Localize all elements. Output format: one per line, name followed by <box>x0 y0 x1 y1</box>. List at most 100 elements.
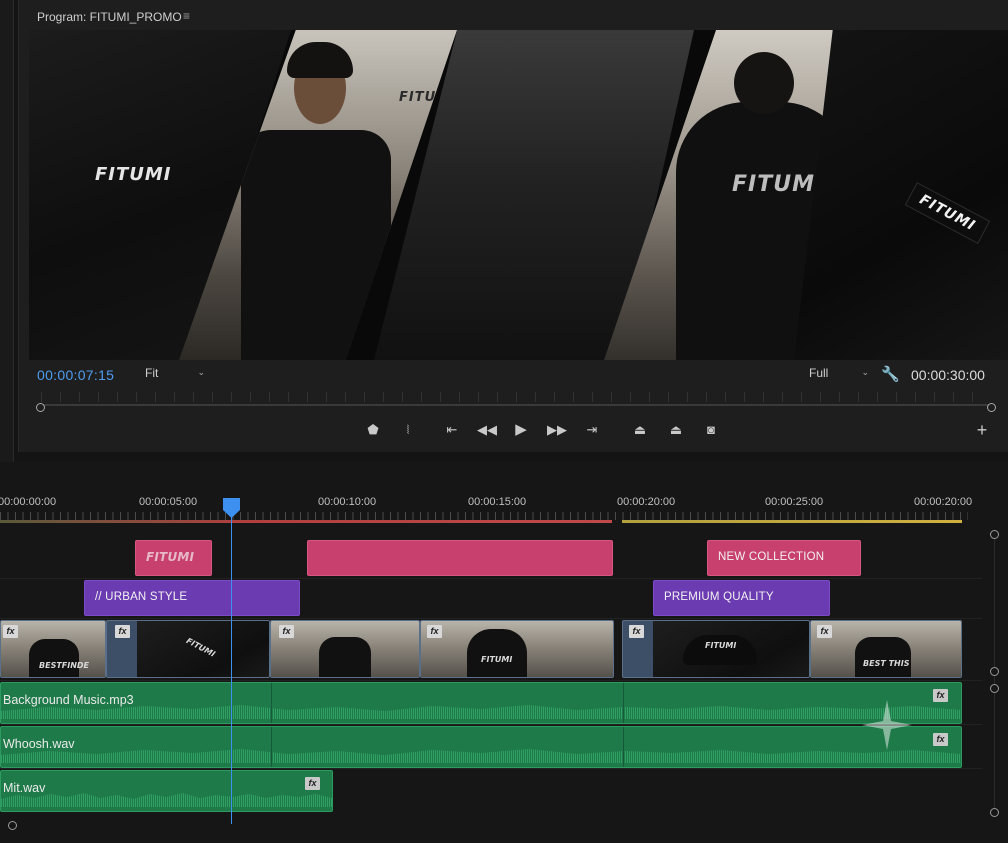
audio-waveform <box>1 749 961 763</box>
video-clip[interactable]: FITUMI fx <box>420 620 614 678</box>
in-out-icon: ⦚ <box>406 423 410 437</box>
extract-icon: ⏏ <box>669 422 683 437</box>
video-clip[interactable]: FITUMI fx <box>106 620 270 678</box>
ruler-label: 00:00:00:00 <box>0 496 57 508</box>
step-forward-button[interactable]: ▶▶ <box>547 421 567 439</box>
title-clip-urban-style[interactable]: // URBAN STYLE <box>84 580 300 616</box>
playhead-line[interactable] <box>231 514 232 824</box>
clip-label: PREMIUM QUALITY <box>664 591 774 603</box>
add-marker-button[interactable]: ⬟ <box>363 421 383 439</box>
go-to-out-button[interactable]: ⇥ <box>582 421 602 439</box>
marker-icon: ⬟ <box>367 422 379 437</box>
camera-icon: ◙ <box>707 422 715 437</box>
thumbnail-figure <box>319 637 371 677</box>
audio-waveform <box>1 793 332 807</box>
thumbnail-figure <box>467 629 527 677</box>
plus-icon: + <box>976 420 988 440</box>
track-divider <box>0 724 982 725</box>
go-to-in-button[interactable]: ⇤ <box>442 421 462 439</box>
left-panel-edge <box>0 0 14 462</box>
fx-badge: fx <box>933 733 948 746</box>
fx-badge: fx <box>933 689 948 702</box>
play-button[interactable]: ▶ <box>511 421 531 439</box>
audio-clip-background-music[interactable]: Background Music.mp3 fx <box>0 682 962 724</box>
scrubber-in-handle[interactable] <box>36 403 45 412</box>
ruler-label: 00:00:15:00 <box>468 496 527 508</box>
step-forward-icon: ⇥ <box>586 422 598 437</box>
mark-in-out-button[interactable]: ⦚ <box>398 421 418 439</box>
track-divider <box>0 680 982 681</box>
scroll-handle[interactable] <box>990 684 999 693</box>
title-clip-new-collection[interactable]: NEW COLLECTION <box>707 540 861 576</box>
clip-label: FITUMI <box>146 550 195 564</box>
lift-button[interactable]: ⏏ <box>630 421 650 439</box>
audio-waveform <box>1 705 961 719</box>
work-area-bar <box>622 520 962 523</box>
scroll-handle[interactable] <box>990 667 999 676</box>
video-clip[interactable]: fx <box>270 620 420 678</box>
preview-logo-text: FITUMI <box>904 182 991 244</box>
chevron-down-icon: ⌄ <box>861 367 869 377</box>
horizontal-scroll-handle[interactable] <box>8 821 17 830</box>
rewind-icon: ◀◀ <box>477 422 497 437</box>
monitor-title: Program: FITUMI_PROMO <box>37 10 182 24</box>
lift-icon: ⏏ <box>633 422 647 437</box>
model-hair <box>734 52 794 114</box>
clip-label: // URBAN STYLE <box>95 591 188 603</box>
audio-clip-whoosh[interactable]: Whoosh.wav fx <box>0 726 962 768</box>
fx-badge: fx <box>115 625 130 638</box>
audio-clip-label: Whoosh.wav <box>3 737 75 751</box>
clip-seam <box>271 727 272 767</box>
preview-logo-text: FITUMI <box>95 164 172 185</box>
scroll-handle[interactable] <box>990 808 999 817</box>
export-frame-button[interactable]: ◙ <box>701 421 721 439</box>
scrubber-ticks <box>41 392 991 402</box>
timeline-panel: 00:00:00:00 00:00:05:00 00:00:10:00 00:0… <box>0 462 1008 843</box>
title-clip-premium-quality[interactable]: PREMIUM QUALITY <box>653 580 830 616</box>
video-clip[interactable]: BESTFINDE fx <box>0 620 106 678</box>
play-icon: ▶ <box>515 421 527 438</box>
duration-timecode: 00:00:30:00 <box>911 367 985 383</box>
thumbnail-figure <box>855 637 911 677</box>
model-hair <box>287 42 353 78</box>
program-monitor: Program: FITUMI_PROMO ≡ FITUMI FITUMI FI… <box>18 0 1008 452</box>
fx-badge: fx <box>629 625 644 638</box>
ruler-label: 00:00:05:00 <box>139 496 198 508</box>
thumbnail-text: BESTFINDE <box>39 661 90 670</box>
zoom-fit-dropdown[interactable]: Fit ⌄ <box>145 366 207 384</box>
preview-logo-text: FITUMI <box>732 172 825 197</box>
thumbnail-text: BEST THIS <box>863 659 910 668</box>
cap-icon <box>683 635 757 665</box>
audio-clip-label: Mit.wav <box>3 781 46 795</box>
button-editor-add[interactable]: + <box>972 421 992 439</box>
clip-label: NEW COLLECTION <box>718 551 825 563</box>
track-divider <box>0 768 982 769</box>
extract-button[interactable]: ⏏ <box>666 421 686 439</box>
playback-scrubber[interactable] <box>41 404 991 406</box>
step-back-button[interactable]: ◀◀ <box>477 421 497 439</box>
playback-resolution-dropdown[interactable]: Full ⌄ <box>809 366 869 384</box>
clip-seam <box>623 727 624 767</box>
fx-badge: fx <box>279 625 294 638</box>
fx-badge: fx <box>817 625 832 638</box>
current-timecode[interactable]: 00:00:07:15 <box>37 367 114 383</box>
title-clip-fitumi[interactable]: FITUMI <box>135 540 212 576</box>
scroll-handle[interactable] <box>990 530 999 539</box>
program-preview: FITUMI FITUMI FITUMI FITUMI <box>29 30 1008 360</box>
time-ruler[interactable] <box>0 512 968 520</box>
work-area-bar <box>0 520 612 523</box>
step-back-icon: ⇤ <box>446 422 458 437</box>
fx-badge: fx <box>3 625 18 638</box>
ruler-label: 00:00:20:00 <box>617 496 676 508</box>
audio-clip-mit[interactable]: Mit.wav fx <box>0 770 333 812</box>
track-divider <box>0 578 982 579</box>
model-figure <box>241 130 391 360</box>
video-clip[interactable]: BEST THIS fx <box>810 620 962 678</box>
title-clip[interactable] <box>307 540 613 576</box>
scrubber-out-handle[interactable] <box>987 403 996 412</box>
ruler-label: 00:00:20:00 <box>914 496 973 508</box>
video-clip[interactable]: FITUMI fx <box>622 620 810 678</box>
thumbnail-figure <box>29 639 79 677</box>
hamburger-menu-icon[interactable]: ≡ <box>183 9 190 23</box>
wrench-icon[interactable]: 🔧 <box>881 365 900 383</box>
